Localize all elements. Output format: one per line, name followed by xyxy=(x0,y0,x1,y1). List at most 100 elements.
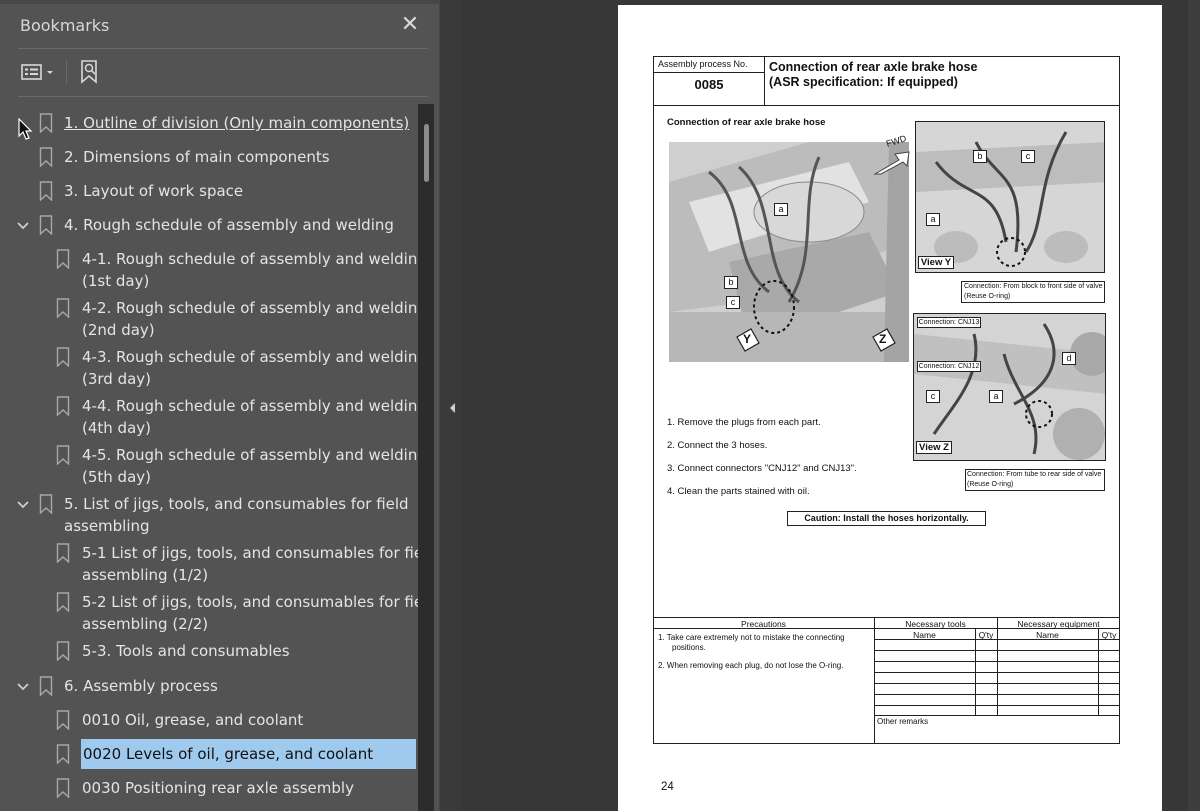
table-top-line xyxy=(653,617,1120,618)
chevron-left-icon xyxy=(450,403,455,413)
bookmark-label[interactable]: 5-2 List of jigs, tools, and consumables… xyxy=(82,591,418,613)
other-remarks: Other remarks xyxy=(877,717,929,726)
bookmark-label-cont[interactable]: (5th day) xyxy=(82,466,151,488)
bookmark-label[interactable]: 1. Outline of division (Only main compon… xyxy=(64,112,409,134)
bookmark-label[interactable]: 2. Dimensions of main components xyxy=(64,146,330,168)
table-line xyxy=(874,683,1120,684)
bookmark-label[interactable]: 3. Layout of work space xyxy=(64,180,243,202)
note-z-line1: Connection: From tube to rear side of va… xyxy=(967,471,1102,478)
bookmark-item[interactable]: 3. Layout of work space xyxy=(0,180,418,202)
bookmarks-panel: Bookmarks ✕ 1. Outline of division (Only… xyxy=(0,0,440,811)
bookmark-label-cont[interactable]: assembling xyxy=(64,515,150,537)
divider xyxy=(653,72,765,73)
tools-header: Necessary tools xyxy=(905,619,966,629)
bookmark-icon xyxy=(39,147,53,168)
table-line xyxy=(874,650,1120,651)
panel-title: Bookmarks xyxy=(20,16,110,35)
bookmark-item[interactable]: 5-3. Tools and consumables xyxy=(0,640,418,662)
chevron-down-icon[interactable] xyxy=(14,678,32,696)
caution-text: Caution: Install the hoses horizontally. xyxy=(804,513,969,523)
bookmark-item[interactable]: 0030 Positioning rear axle assembly xyxy=(0,777,418,799)
table-line xyxy=(874,639,1120,640)
bookmark-label-cont[interactable]: (4th day) xyxy=(82,417,151,439)
bookmark-icon xyxy=(56,641,70,662)
bookmark-icon xyxy=(56,347,70,368)
new-bookmark-button[interactable] xyxy=(78,58,102,86)
section-heading: Connection of rear axle brake hose xyxy=(667,117,826,128)
callout-b: b xyxy=(973,150,987,163)
collapse-panel-button[interactable] xyxy=(447,400,457,416)
table-line xyxy=(874,694,1120,695)
bookmark-label[interactable]: 4-5. Rough schedule of assembly and weld… xyxy=(82,444,418,466)
view-z-arrow-label: Z xyxy=(879,332,887,346)
bookmark-options-button[interactable] xyxy=(20,60,60,84)
bookmark-label[interactable]: 4-1. Rough schedule of assembly and weld… xyxy=(82,248,418,270)
bookmark-label[interactable]: 6. Assembly process xyxy=(64,675,218,697)
table-line xyxy=(874,715,1120,716)
table-line xyxy=(874,661,1120,662)
bookmark-label[interactable]: 0020 Levels of oil, grease, and coolant xyxy=(81,739,416,769)
table-line xyxy=(874,672,1120,673)
bookmark-item[interactable]: 4-1. Rough schedule of assembly and weld… xyxy=(0,248,418,292)
bookmark-icon xyxy=(56,249,70,270)
divider xyxy=(18,48,428,49)
close-icon[interactable]: ✕ xyxy=(398,12,422,36)
scrollbar-thumb[interactable] xyxy=(424,124,429,182)
callout-a: a xyxy=(774,203,788,216)
bookmark-item[interactable]: 0020 Levels of oil, grease, and coolant xyxy=(0,739,418,769)
bookmark-label-cont[interactable]: assembling (1/2) xyxy=(82,564,208,586)
bookmark-item[interactable]: 1. Outline of division (Only main compon… xyxy=(0,112,418,134)
bookmark-label-cont[interactable]: (2nd day) xyxy=(82,319,155,341)
equipment-header: Necessary equipment xyxy=(1017,619,1100,629)
bookmark-scrollbar[interactable] xyxy=(418,104,434,811)
chevron-down-icon[interactable] xyxy=(14,496,32,514)
note-y-line2: (Reuse O-ring) xyxy=(964,293,1011,300)
callout-c: c xyxy=(1021,150,1035,163)
table-line xyxy=(874,705,1120,706)
divider xyxy=(18,96,428,97)
callout-c: c xyxy=(926,390,940,403)
doc-title-line1: Connection of rear axle brake hose xyxy=(769,60,978,74)
bookmark-label[interactable]: 4-3. Rough schedule of assembly and weld… xyxy=(82,346,418,368)
bookmark-label[interactable]: 5-3. Tools and consumables xyxy=(82,640,290,662)
bookmark-item[interactable]: 0010 Oil, grease, and coolant xyxy=(0,709,418,731)
bookmark-item[interactable]: 4-3. Rough schedule of assembly and weld… xyxy=(0,346,418,390)
bookmark-label[interactable]: 4-2. Rough schedule of assembly and weld… xyxy=(82,297,418,319)
step-2: 2. Connect the 3 hoses. xyxy=(667,440,768,451)
bookmark-icon xyxy=(56,710,70,731)
bookmark-item[interactable]: 4-5. Rough schedule of assembly and weld… xyxy=(0,444,418,488)
chevron-down-icon[interactable] xyxy=(14,217,32,235)
bookmark-icon xyxy=(56,744,70,765)
conn-cnj12-label: Connection: CNJ12 xyxy=(917,361,981,372)
bookmark-item[interactable]: 5. List of jigs, tools, and consumables … xyxy=(0,493,418,537)
bookmark-icon xyxy=(56,543,70,564)
bookmark-label[interactable]: 0010 Oil, grease, and coolant xyxy=(82,709,303,731)
bookmark-item[interactable]: 5-1 List of jigs, tools, and consumables… xyxy=(0,542,418,586)
view-y-arrow-label: Y xyxy=(743,332,752,346)
bookmark-label[interactable]: 5-1 List of jigs, tools, and consumables… xyxy=(82,542,418,564)
step-4: 4. Clean the parts stained with oil. xyxy=(667,486,810,497)
bookmark-item[interactable]: 2. Dimensions of main components xyxy=(0,146,418,168)
bookmark-label[interactable]: 4. Rough schedule of assembly and weldin… xyxy=(64,214,394,236)
bookmark-item[interactable]: 5-2 List of jigs, tools, and consumables… xyxy=(0,591,418,635)
bookmark-label-cont[interactable]: (3rd day) xyxy=(82,368,151,390)
bookmark-label-cont[interactable]: (1st day) xyxy=(82,270,149,292)
bookmark-item[interactable]: 6. Assembly process xyxy=(0,675,418,697)
bookmark-icon xyxy=(39,676,53,697)
bookmark-label[interactable]: 4-4. Rough schedule of assembly and weld… xyxy=(82,395,418,417)
callout-b: b xyxy=(724,276,738,289)
document-scrollbar[interactable] xyxy=(1188,0,1200,811)
bookmark-label[interactable]: 5. List of jigs, tools, and consumables … xyxy=(64,493,409,515)
bookmark-icon xyxy=(56,778,70,799)
bookmark-label-cont[interactable]: assembling (2/2) xyxy=(82,613,208,635)
view-y-label: View Y xyxy=(918,256,954,269)
bookmark-label[interactable]: 0030 Positioning rear axle assembly xyxy=(82,777,354,799)
bookmark-icon xyxy=(39,215,53,236)
mouse-cursor-icon xyxy=(18,117,34,142)
bookmark-item[interactable]: 4-2. Rough schedule of assembly and weld… xyxy=(0,297,418,341)
pdf-viewer: Bookmarks ✕ 1. Outline of division (Only… xyxy=(0,0,1200,811)
bookmark-item[interactable]: 4. Rough schedule of assembly and weldin… xyxy=(0,214,418,236)
callout-c: c xyxy=(726,296,740,309)
bookmark-item[interactable]: 4-4. Rough schedule of assembly and weld… xyxy=(0,395,418,439)
bookmark-icon xyxy=(39,494,53,515)
